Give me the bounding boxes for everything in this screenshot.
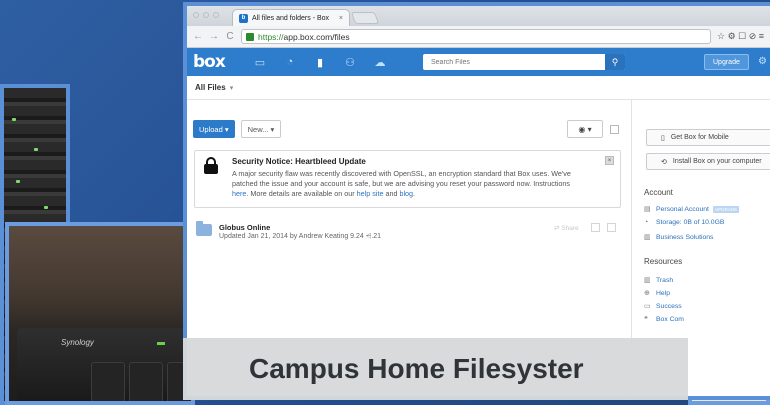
folder-icon [196, 221, 212, 236]
account-heading: Account [644, 188, 673, 197]
row-checkbox[interactable] [607, 223, 616, 232]
link-label: Box Com [656, 315, 684, 323]
rack-led [16, 180, 20, 183]
rack-led [34, 148, 38, 151]
account-icon: ▤ [644, 206, 651, 213]
nas-drive-bay [91, 362, 125, 401]
back-icon[interactable]: ← [193, 31, 203, 42]
notice-title: Security Notice: Heartbleed Update [232, 157, 366, 166]
link-label: Success [656, 302, 682, 310]
computer-btn-label: Install Box on your computer [672, 158, 762, 165]
blog-link[interactable]: blog [399, 189, 413, 198]
rack-led [12, 118, 16, 121]
more-options-button[interactable] [591, 223, 600, 232]
files-icon[interactable]: ▮ [309, 53, 331, 71]
sync-icon: ⟲ [661, 158, 667, 166]
link-label: Trash [656, 276, 674, 284]
box-nav: ▭ ◔ ▮ ⚇ ☁ [249, 53, 391, 71]
success-link[interactable]: ▭ Success [644, 302, 682, 311]
globe-icon[interactable]: ◔ [279, 53, 301, 71]
help-link[interactable]: ⊕ Help [644, 289, 670, 298]
nas-brand-label: Synology [61, 338, 94, 347]
cloud-icon[interactable]: ☁ [369, 53, 391, 71]
nas-status-led [157, 342, 165, 345]
browser-toolbar: ← → C https://app.box.com/files ☆ ⚙ ☐ ⊘ … [187, 26, 770, 48]
box-favicon-icon: b [239, 13, 248, 23]
box-community-link[interactable]: ❝ Box Com [644, 315, 684, 324]
here-link[interactable]: here [232, 189, 246, 198]
tab-close-icon[interactable]: × [339, 15, 343, 22]
search-icon[interactable]: ⚲ [605, 54, 625, 70]
nas-drive-bay [129, 362, 163, 401]
help-icon: ⊕ [644, 290, 650, 297]
get-box-mobile-button[interactable]: ▯ Get Box for Mobile [646, 129, 770, 146]
rack-led [44, 206, 48, 209]
browser-tab[interactable]: b All files and folders - Box × [232, 9, 350, 26]
quote-icon: ❝ [644, 316, 648, 323]
new-tab-button[interactable] [350, 12, 380, 24]
chevron-down-icon: ▾ [229, 84, 234, 92]
forward-icon[interactable]: → [209, 31, 219, 42]
file-meta: Updated Jan 21, 2014 by Andrew Keating 9… [219, 233, 382, 240]
url-scheme: https:// [258, 31, 284, 42]
tab-title: All files and folders - Box [252, 14, 330, 22]
phone-icon: ▯ [661, 134, 665, 142]
help-site-link[interactable]: help site [357, 189, 384, 198]
url-path: app.box.com/files [283, 31, 350, 42]
business-solutions-link[interactable]: ▥ Business Solutions [644, 233, 714, 242]
building-icon: ▥ [644, 234, 651, 241]
storage-link[interactable]: ◔ Storage: 0B of 10.0GB [644, 219, 724, 226]
upload-button[interactable]: Upload ▾ [193, 120, 235, 138]
gear-icon[interactable]: ⚙ [758, 56, 767, 67]
notice-line: patched the issue and your account is sa… [232, 179, 571, 188]
action-buttons: Upload ▾ New... ▾ [193, 120, 282, 138]
box-header: box ▭ ◔ ▮ ⚇ ☁ ⚲ Upgrade ⚙ [187, 48, 770, 76]
tab-strip: b All files and folders - Box × [187, 6, 770, 26]
view-toggle-button[interactable]: ◉ ▾ [567, 120, 603, 138]
share-button[interactable]: ⇄ Share [554, 224, 579, 232]
trash-icon: ▥ [644, 277, 651, 284]
notice-body: A major security flaw was recently disco… [232, 169, 610, 199]
window-controls[interactable] [193, 12, 219, 18]
file-name[interactable]: Globus Online [219, 223, 270, 232]
install-box-button[interactable]: ⟲ Install Box on your computer [646, 153, 770, 170]
notice-text-span: and [383, 189, 400, 198]
link-label: Business Solutions [656, 233, 714, 241]
breadcrumb-label: All Files [195, 83, 226, 92]
mobile-btn-label: Get Box for Mobile [670, 134, 729, 141]
storage-icon: ◔ [644, 219, 649, 226]
trash-link[interactable]: ▥ Trash [644, 276, 674, 285]
link-label: Help [656, 289, 670, 297]
new-button[interactable]: New... ▾ [240, 120, 282, 138]
upgrade-badge[interactable]: UPGRADE [712, 205, 740, 213]
select-all-checkbox[interactable] [610, 125, 619, 134]
link-label: Storage: 0B of 10.0GB [656, 219, 725, 226]
lock-icon [204, 157, 218, 174]
secure-lock-icon [246, 32, 254, 41]
personal-account-link[interactable]: ▤ Personal Account UPGRADE [644, 205, 740, 213]
box-logo[interactable]: box [193, 52, 245, 72]
notice-text-span: . [413, 189, 416, 198]
upgrade-button[interactable]: Upgrade [704, 54, 749, 70]
slide-caption: Campus Home Filesyster [183, 338, 688, 400]
resources-heading: Resources [644, 257, 683, 266]
notice-text-span: . More details are available on our [246, 189, 357, 198]
close-icon[interactable]: × [605, 156, 614, 165]
people-icon[interactable]: ⚇ [339, 53, 361, 71]
search-box: ⚲ [423, 54, 625, 70]
address-bar[interactable]: https://app.box.com/files [241, 29, 711, 44]
nas-device-photo: Synology [5, 222, 195, 405]
updates-icon[interactable]: ▭ [249, 53, 271, 71]
reload-icon[interactable]: C [225, 31, 235, 42]
breadcrumb[interactable]: All Files ▾ [187, 76, 770, 100]
link-label: Personal Account [656, 205, 709, 213]
toolbar-extension-icons[interactable]: ☆ ⚙ ☐ ⊘ ≡ [717, 31, 764, 42]
security-notice: Security Notice: Heartbleed Update A maj… [194, 150, 621, 208]
notice-line: here. More details are available on our … [232, 189, 610, 199]
table-row[interactable]: Globus Online Updated Jan 21, 2014 by An… [194, 220, 621, 246]
notice-line: A major security flaw was recently disco… [232, 169, 571, 178]
search-input[interactable] [423, 58, 605, 66]
caption-text: Campus Home Filesyster [249, 353, 584, 384]
monitor-icon: ▭ [644, 303, 651, 310]
